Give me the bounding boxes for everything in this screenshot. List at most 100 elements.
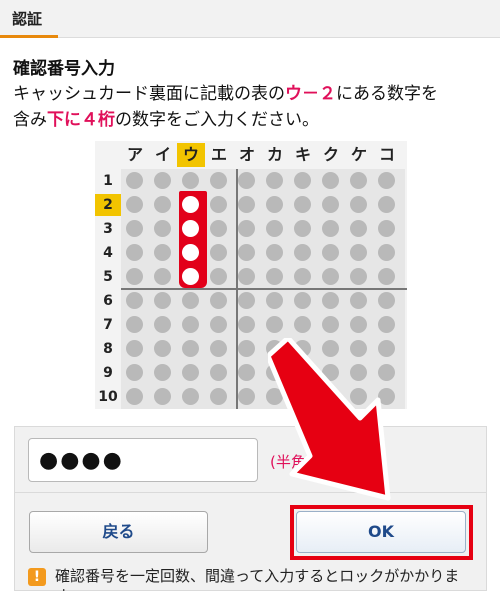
grid-cell bbox=[154, 220, 171, 237]
instructions-line1-highlight: ウ－２ bbox=[285, 84, 336, 104]
grid-cell bbox=[266, 292, 283, 309]
grid-cell bbox=[210, 316, 227, 333]
grid-column-header: ウ bbox=[177, 143, 205, 167]
grid-cell bbox=[322, 316, 339, 333]
grid-cell bbox=[322, 220, 339, 237]
grid-cell bbox=[210, 196, 227, 213]
instructions-line2-end: の数字をご入力ください。 bbox=[115, 110, 319, 130]
grid-cell bbox=[154, 340, 171, 357]
grid-cell bbox=[238, 196, 255, 213]
grid-cell bbox=[378, 172, 395, 189]
grid-cell bbox=[126, 268, 143, 285]
grid-column-header: ケ bbox=[350, 145, 367, 164]
grid-column-header: イ bbox=[154, 145, 171, 164]
grid-cell bbox=[210, 172, 227, 189]
grid-cell bbox=[154, 292, 171, 309]
grid-cell bbox=[154, 268, 171, 285]
tab-active-indicator bbox=[0, 35, 58, 38]
grid-cell bbox=[378, 220, 395, 237]
pointer-arrow-icon bbox=[268, 338, 391, 501]
grid-cell bbox=[322, 292, 339, 309]
grid-row-header: 6 bbox=[103, 293, 113, 309]
grid-cell bbox=[238, 388, 255, 405]
grid-cell bbox=[126, 364, 143, 381]
grid-cell bbox=[126, 292, 143, 309]
grid-cell bbox=[182, 292, 199, 309]
ok-button[interactable]: OK bbox=[296, 511, 466, 553]
page-title: 確認番号入力 bbox=[13, 59, 115, 79]
grid-cell bbox=[182, 388, 199, 405]
grid-column-header: カ bbox=[266, 145, 283, 164]
back-button[interactable]: 戻る bbox=[29, 511, 208, 553]
grid-cell bbox=[266, 268, 283, 285]
instructions-line1-start: キャッシュカード裏面に記載の表の bbox=[13, 84, 285, 104]
grid-cell bbox=[294, 196, 311, 213]
grid-cell bbox=[238, 316, 255, 333]
grid-cell bbox=[294, 316, 311, 333]
grid-cell bbox=[266, 244, 283, 261]
grid-cell bbox=[238, 364, 255, 381]
instructions-text: キャッシュカード裏面に記載の表のウ－２にある数字を 含み下に４桁の数字をご入力く… bbox=[13, 81, 493, 133]
grid-cell bbox=[210, 388, 227, 405]
grid-cell bbox=[126, 196, 143, 213]
selected-digit-cell bbox=[182, 268, 199, 285]
grid-cell bbox=[294, 292, 311, 309]
grid-cell bbox=[378, 268, 395, 285]
grid-cell bbox=[154, 388, 171, 405]
grid-column-header: ア bbox=[126, 145, 143, 164]
grid-cell bbox=[126, 220, 143, 237]
grid-cell bbox=[126, 172, 143, 189]
instructions-line2-highlight: 下に４桁 bbox=[47, 110, 115, 130]
grid-cell bbox=[266, 172, 283, 189]
grid-cell bbox=[378, 292, 395, 309]
grid-row-header: 7 bbox=[103, 317, 113, 333]
grid-row-header: 1 bbox=[103, 173, 113, 189]
grid-cell bbox=[238, 220, 255, 237]
grid-column-header: キ bbox=[294, 145, 311, 164]
grid-cell bbox=[350, 268, 367, 285]
grid-cell bbox=[350, 316, 367, 333]
grid-divider-horizontal bbox=[121, 288, 407, 290]
grid-column-header: コ bbox=[378, 145, 395, 164]
grid-cell bbox=[126, 340, 143, 357]
selected-digit-cell bbox=[182, 220, 199, 237]
grid-cell bbox=[378, 316, 395, 333]
grid-cell bbox=[350, 196, 367, 213]
selected-digit-cell bbox=[182, 196, 199, 213]
grid-cell bbox=[238, 268, 255, 285]
pin-input[interactable]: ●●●● bbox=[28, 438, 258, 482]
grid-cell bbox=[126, 244, 143, 261]
grid-cell bbox=[126, 388, 143, 405]
grid-cell bbox=[154, 244, 171, 261]
grid-cell bbox=[154, 316, 171, 333]
grid-cell bbox=[294, 220, 311, 237]
grid-cell bbox=[266, 196, 283, 213]
grid-cell bbox=[294, 244, 311, 261]
grid-cell bbox=[238, 172, 255, 189]
grid-cell bbox=[210, 244, 227, 261]
grid-cell bbox=[238, 292, 255, 309]
warning-icon: ! bbox=[28, 568, 46, 586]
lock-warning-text: 確認番号を一定回数、間違って入力するとロックがかかります。 bbox=[55, 567, 460, 591]
grid-cell bbox=[154, 172, 171, 189]
grid-cell bbox=[294, 172, 311, 189]
grid-cell bbox=[350, 220, 367, 237]
grid-cell bbox=[266, 316, 283, 333]
grid-cell bbox=[322, 172, 339, 189]
tab-auth[interactable]: 認証 bbox=[12, 8, 42, 29]
grid-cell bbox=[350, 172, 367, 189]
grid-cell bbox=[182, 364, 199, 381]
selected-digit-cell bbox=[182, 244, 199, 261]
grid-row-header: 10 bbox=[98, 389, 118, 405]
grid-cell bbox=[378, 244, 395, 261]
grid-cell bbox=[210, 340, 227, 357]
grid-row-header: 2 bbox=[95, 194, 121, 216]
grid-cell bbox=[210, 268, 227, 285]
grid-cell bbox=[238, 340, 255, 357]
grid-cell bbox=[154, 196, 171, 213]
grid-cell bbox=[350, 292, 367, 309]
grid-cell bbox=[154, 364, 171, 381]
grid-column-header: ク bbox=[322, 145, 339, 164]
grid-cell bbox=[210, 292, 227, 309]
grid-cell bbox=[182, 316, 199, 333]
